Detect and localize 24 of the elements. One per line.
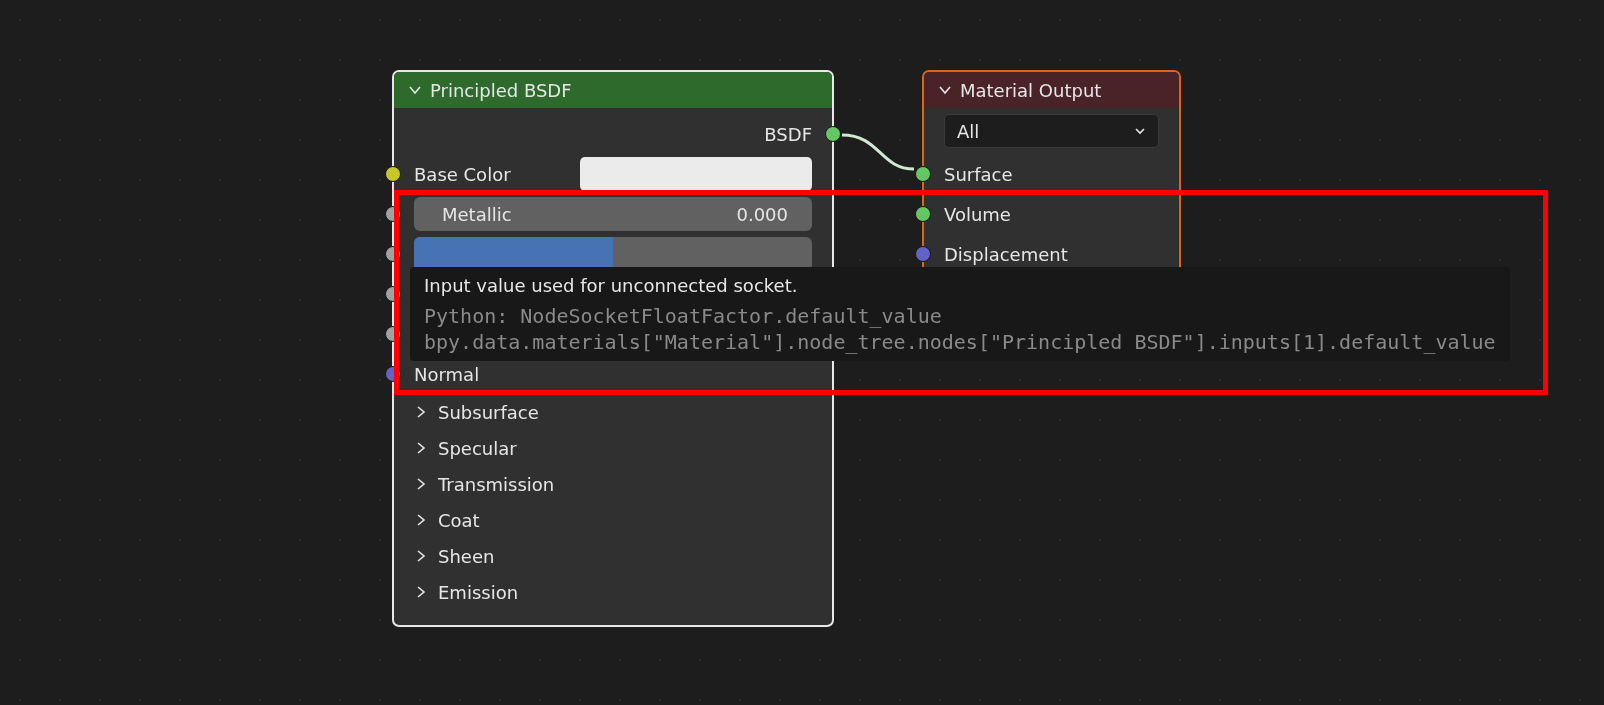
panel-header[interactable]: Subsurface: [394, 394, 832, 430]
input-label: Displacement: [944, 243, 1068, 265]
panel-header[interactable]: Specular: [394, 430, 832, 466]
input-label: Normal: [414, 363, 480, 385]
input-label: Surface: [944, 163, 1013, 185]
output-label: BSDF: [764, 123, 812, 145]
target-dropdown[interactable]: All: [944, 114, 1159, 148]
input-socket[interactable]: [915, 246, 931, 262]
input-socket[interactable]: [915, 166, 931, 182]
panel-header[interactable]: Coat: [394, 502, 832, 538]
color-field[interactable]: [580, 157, 812, 191]
node-header[interactable]: Principled BSDF: [394, 72, 832, 108]
tooltip-description: Input value used for unconnected socket.: [424, 274, 799, 298]
output-socket[interactable]: [825, 126, 841, 142]
input-label: Base Color: [414, 163, 511, 185]
panel-header[interactable]: Transmission: [394, 466, 832, 502]
input-label: Volume: [944, 203, 1011, 225]
input-socket[interactable]: [385, 166, 401, 182]
panel-header[interactable]: Emission: [394, 574, 832, 610]
input-socket[interactable]: [915, 206, 931, 222]
chevron-down-icon: [1134, 125, 1146, 137]
value-slider[interactable]: Metallic 0.000: [414, 197, 812, 231]
node-header[interactable]: Material Output: [924, 72, 1179, 108]
panel-header[interactable]: Sheen: [394, 538, 832, 574]
